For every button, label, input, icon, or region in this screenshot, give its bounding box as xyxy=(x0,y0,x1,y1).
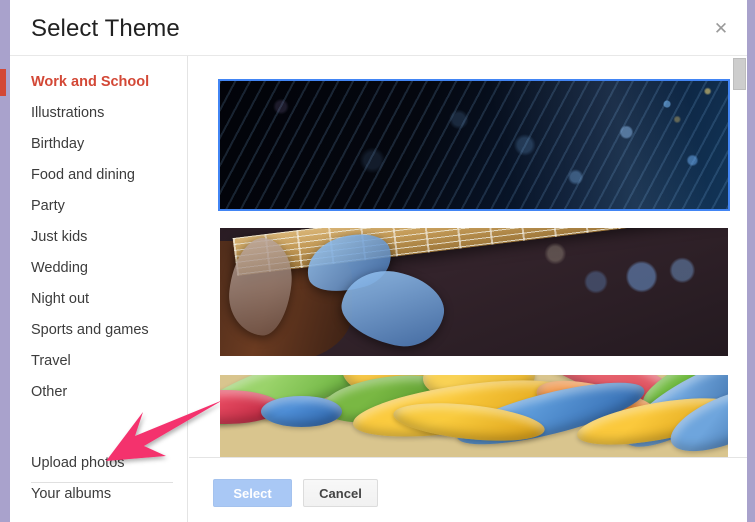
sidebar-actions: Upload photos Your albums xyxy=(10,448,188,510)
sidebar-item-travel[interactable]: Travel xyxy=(10,346,188,377)
category-sidebar: Work and School Illustrations Birthday Food… xyxy=(0,56,188,522)
dialog-title: Select Theme xyxy=(31,15,180,42)
close-icon[interactable]: ✕ xyxy=(707,15,735,43)
sidebar-action-label: Upload photos xyxy=(31,455,125,471)
sidebar-action-your-albums[interactable]: Your albums xyxy=(10,479,188,510)
select-theme-dialog: Select Theme ✕ Work and School Illustrati… xyxy=(0,0,747,522)
scrollbar-track[interactable] xyxy=(732,56,747,457)
sidebar-action-label: Your albums xyxy=(31,486,112,502)
fiber-optic-lights-image xyxy=(220,81,728,209)
sidebar-item-label: Illustrations xyxy=(31,105,105,121)
sidebar-item-label: Party xyxy=(31,198,65,214)
sidebar-item-label: Wedding xyxy=(31,260,88,276)
sidebar-item-food-and-dining[interactable]: Food and dining xyxy=(10,160,188,191)
category-list: Work and School Illustrations Birthday Food… xyxy=(0,67,188,408)
dialog-header: Select Theme ✕ xyxy=(10,0,747,56)
sidebar-item-label: Birthday xyxy=(31,136,85,152)
sidebar-item-label: Just kids xyxy=(31,229,88,245)
guitar-player-image xyxy=(220,228,728,356)
dialog-footer: Select Cancel xyxy=(189,457,747,522)
sidebar-item-just-kids[interactable]: Just kids xyxy=(10,222,188,253)
theme-thumbnail-colorful-candy[interactable] xyxy=(220,375,728,457)
sidebar-item-label: Travel xyxy=(31,353,71,369)
theme-thumbnail-fiber-optic-lights[interactable] xyxy=(218,79,730,211)
sidebar-item-label: Other xyxy=(31,384,68,400)
sidebar-item-wedding[interactable]: Wedding xyxy=(10,253,188,284)
sidebar-item-birthday[interactable]: Birthday xyxy=(10,129,188,160)
sidebar-action-upload-photos[interactable]: Upload photos xyxy=(10,448,188,479)
candy-piece xyxy=(260,396,342,428)
sidebar-item-label: Food and dining xyxy=(31,167,135,183)
sidebar-item-illustrations[interactable]: Illustrations xyxy=(10,98,188,129)
sidebar-item-label: Sports and games xyxy=(31,322,149,338)
theme-picker-window: Select Theme ✕ Work and School Illustrati… xyxy=(0,0,755,522)
sidebar-item-party[interactable]: Party xyxy=(10,191,188,222)
window-border-right xyxy=(747,0,755,522)
scrollbar-thumb[interactable] xyxy=(733,58,746,90)
sidebar-item-other[interactable]: Other xyxy=(10,377,188,408)
colorful-candy-image xyxy=(220,375,728,457)
cancel-button[interactable]: Cancel xyxy=(303,479,378,507)
theme-thumbnail-list xyxy=(189,56,747,457)
sidebar-item-night-out[interactable]: Night out xyxy=(10,284,188,315)
dialog-body: Work and School Illustrations Birthday Food… xyxy=(0,56,747,522)
guitar-bokeh-lights xyxy=(220,228,728,356)
sidebar-item-label: Work and School xyxy=(31,74,150,90)
sidebar-item-work-and-school[interactable]: Work and School xyxy=(0,67,188,98)
theme-thumbnail-guitar-player[interactable] xyxy=(220,228,728,356)
select-button[interactable]: Select xyxy=(213,479,292,507)
sidebar-item-label: Night out xyxy=(31,291,90,307)
sidebar-item-sports-and-games[interactable]: Sports and games xyxy=(10,315,188,346)
